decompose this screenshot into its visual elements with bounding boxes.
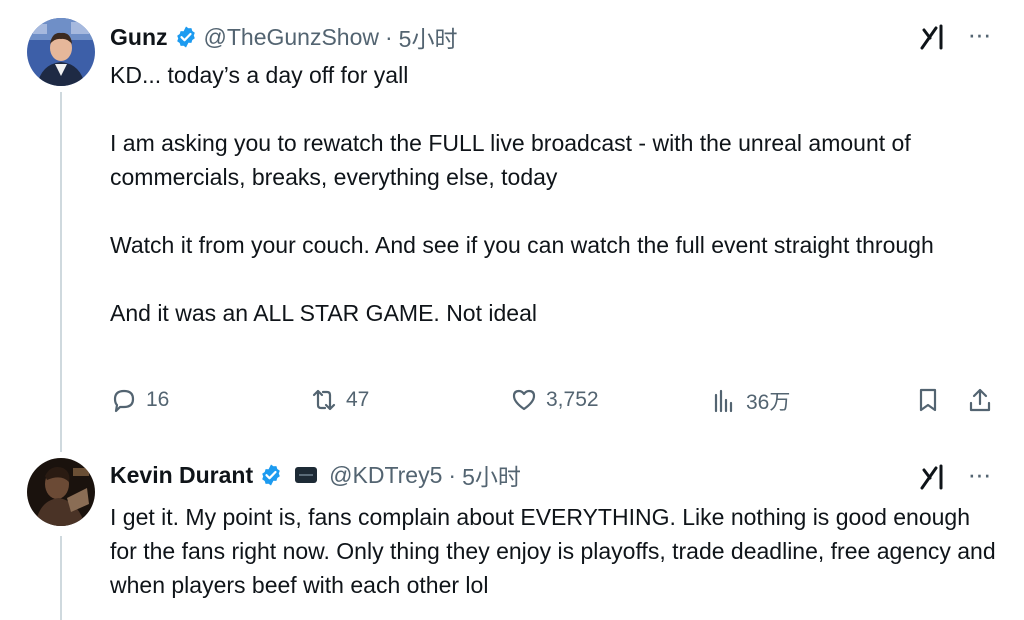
author-handle[interactable]: @TheGunzShow [204, 24, 380, 51]
grok-icon[interactable] [918, 22, 948, 52]
more-options-icon[interactable]: ··· [964, 461, 994, 494]
like-count: 3,752 [546, 388, 599, 411]
like-button[interactable]: 3,752 [510, 386, 599, 414]
avatar-image [27, 458, 95, 526]
tweet-header: Kevin Durant @KDTrey5 · 5小时 [110, 458, 521, 492]
avatar[interactable] [27, 18, 95, 86]
affiliation-badge-icon[interactable] [295, 467, 318, 483]
repost-icon [312, 389, 336, 411]
tweet-text: I get it. My point is, fans complain abo… [110, 500, 1000, 602]
bar-chart-icon [714, 389, 733, 413]
reply-count: 16 [146, 388, 170, 411]
tweet-paragraph: KD... today’s a day off for yall [110, 62, 409, 88]
tweet-paragraph: And it was an ALL STAR GAME. Not ideal [110, 300, 537, 326]
reply-icon [113, 389, 135, 413]
separator-dot: · [385, 23, 393, 50]
tweet-kevin-durant[interactable]: Kevin Durant @KDTrey5 · 5小时 ··· I get it… [0, 440, 1024, 620]
tweet-paragraph: I am asking you to rewatch the FULL live… [110, 130, 911, 190]
reply-button[interactable]: 16 [110, 386, 169, 414]
author-name[interactable]: Gunz [110, 24, 168, 51]
tweet-paragraph: Watch it from your couch. And see if you… [110, 232, 934, 258]
bookmark-button[interactable] [914, 386, 950, 414]
avatar[interactable] [27, 458, 95, 526]
view-count: 36万 [746, 391, 791, 414]
views-button[interactable]: 36万 [710, 386, 790, 416]
thread-line [60, 536, 62, 620]
heart-icon [512, 389, 536, 411]
avatar-image [27, 18, 95, 86]
grok-icon[interactable] [918, 462, 948, 492]
repost-count: 47 [346, 388, 370, 411]
author-handle[interactable]: @KDTrey5 [329, 462, 442, 489]
timestamp[interactable]: 5小时 [462, 458, 521, 492]
tweet-header: Gunz @TheGunzShow · 5小时 [110, 20, 458, 54]
repost-button[interactable]: 47 [310, 386, 369, 414]
more-options-icon[interactable]: ··· [964, 21, 994, 54]
thread-line [60, 92, 62, 452]
tweet-thread: Gunz @TheGunzShow · 5小时 ··· KD... today’… [0, 0, 1024, 620]
tweet-actions: 16 47 3,752 36万 [110, 386, 1000, 420]
share-button[interactable] [966, 386, 1002, 414]
verified-badge-icon[interactable] [174, 25, 198, 49]
separator-dot: · [448, 461, 457, 488]
tweet-paragraph: I get it. My point is, fans complain abo… [110, 504, 996, 598]
tweet-gunz[interactable]: Gunz @TheGunzShow · 5小时 ··· KD... today’… [0, 0, 1024, 452]
tweet-text: KD... today’s a day off for yall I am as… [110, 58, 990, 330]
author-name[interactable]: Kevin Durant [110, 462, 253, 489]
bookmark-icon [919, 388, 937, 412]
timestamp[interactable]: 5小时 [399, 20, 458, 54]
verified-badge-icon[interactable] [259, 463, 283, 487]
share-icon [969, 388, 991, 412]
